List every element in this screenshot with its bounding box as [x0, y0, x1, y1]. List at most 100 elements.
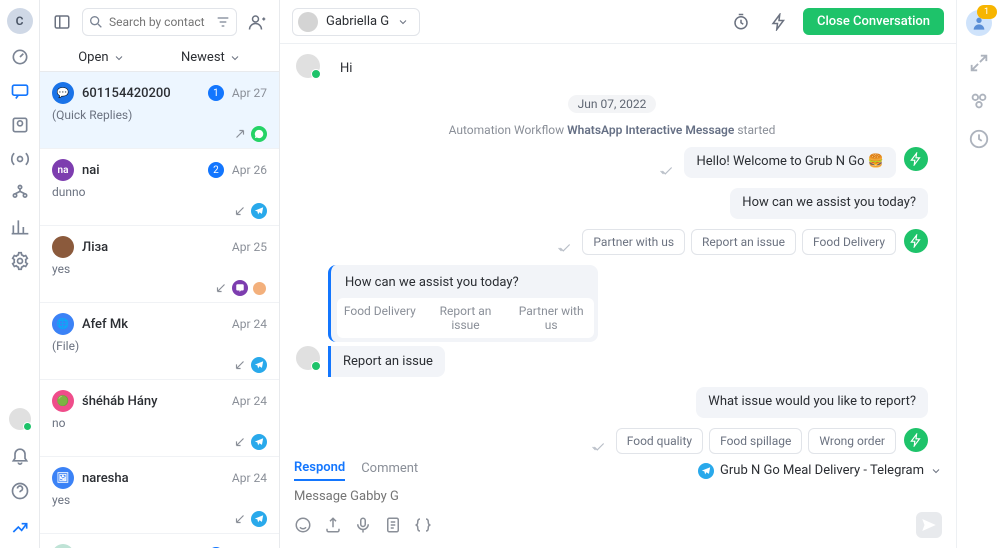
nav-rail: C — [0, 0, 40, 548]
direction-icon — [233, 435, 247, 449]
contact-selector[interactable]: Gabriella G — [292, 8, 420, 36]
chip-option[interactable]: Partner with us — [582, 229, 685, 255]
conversation-avatar: na — [52, 159, 74, 181]
quick-reply-options: Food quality Food spillage Wrong order — [616, 428, 896, 454]
close-conversation-button[interactable]: Close Conversation — [803, 8, 944, 35]
automation-icon[interactable] — [765, 8, 793, 36]
conversation-preview: (Quick Replies) — [52, 108, 267, 122]
profile-avatar[interactable] — [966, 10, 992, 36]
respond-tab[interactable]: Respond — [294, 460, 345, 481]
channels-icon[interactable] — [968, 90, 990, 112]
conversation-item[interactable]: 🟢 śhéháb Hány Apr 24 no — [40, 380, 279, 457]
help-icon[interactable] — [9, 480, 31, 502]
conversation-preview: yes — [52, 493, 267, 507]
quote-option: Partner with us — [508, 298, 594, 338]
telegram-icon — [251, 511, 267, 527]
filter-icon[interactable] — [215, 14, 231, 30]
message-in: Hi — [328, 54, 364, 85]
dashboard-icon[interactable] — [9, 46, 31, 68]
unread-badge: 2 — [208, 162, 224, 178]
conversation-avatar: 🌐 — [52, 313, 74, 335]
quote-option: Report an issue — [423, 298, 509, 338]
telegram-icon — [698, 463, 714, 479]
growth-icon[interactable] — [9, 516, 31, 538]
list-filter-tabs: Open Newest — [40, 44, 279, 72]
brand-initial[interactable]: C — [7, 8, 33, 34]
conversation-name: 601154420200 — [82, 86, 196, 101]
send-button[interactable] — [916, 512, 942, 538]
quote-question: How can we assist you today? — [337, 269, 594, 298]
chip-option[interactable]: Food quality — [616, 428, 703, 454]
messages-pane[interactable]: Hi Jun 07, 2022 Automation Workflow What… — [280, 44, 956, 454]
comment-tab[interactable]: Comment — [361, 461, 418, 480]
conversation-preview: no — [52, 416, 267, 430]
message-out: Hello! Welcome to Grub N Go 🍔 — [684, 147, 896, 178]
microphone-icon[interactable] — [354, 516, 372, 534]
direction-icon — [233, 204, 247, 218]
conversation-date: Apr 25 — [232, 240, 267, 254]
conversation-date: Apr 24 — [232, 471, 267, 485]
add-contact-icon[interactable] — [243, 8, 271, 36]
system-automation-line: Automation Workflow WhatsApp Interactive… — [296, 123, 928, 137]
message-out: What issue would you like to report? — [696, 387, 928, 418]
conversation-item[interactable]: 👤 Md Likhon Khan 3 Apr 24 Group link — [40, 534, 279, 548]
search-input-wrap — [82, 8, 237, 36]
message-out: How can we assist you today? — [730, 188, 928, 219]
right-rail — [956, 0, 1000, 548]
chip-option[interactable]: Report an issue — [691, 229, 796, 255]
snooze-icon[interactable] — [727, 8, 755, 36]
bot-avatar — [904, 428, 928, 452]
direction-icon — [214, 281, 228, 295]
variables-icon[interactable] — [414, 516, 432, 534]
direction-icon — [233, 127, 247, 141]
channel-label: Grub N Go Meal Delivery - Telegram — [720, 463, 924, 478]
conversation-item[interactable]: Ліза Apr 25 yes — [40, 226, 279, 303]
attach-icon[interactable] — [324, 516, 342, 534]
emoji-icon[interactable] — [294, 516, 312, 534]
open-filter[interactable]: Open — [78, 50, 124, 65]
chip-option[interactable]: Wrong order — [808, 428, 896, 454]
messages-icon[interactable] — [9, 80, 31, 102]
message-input[interactable] — [294, 481, 942, 512]
conversation-name: naresha — [82, 471, 224, 486]
telegram-icon — [251, 357, 267, 373]
workflows-icon[interactable] — [9, 182, 31, 204]
newest-filter[interactable]: Newest — [181, 50, 241, 65]
agent-indicator — [252, 281, 267, 296]
conversation-item[interactable]: na nai 2 Apr 26 dunno — [40, 149, 279, 226]
collapse-list-icon[interactable] — [48, 8, 76, 36]
agent-avatar[interactable] — [9, 408, 31, 430]
chip-option[interactable]: Food Delivery — [802, 229, 896, 255]
contacts-icon[interactable] — [9, 114, 31, 136]
conversation-avatar: 💬 — [52, 82, 74, 104]
quick-reply-options: Partner with us Report an issue Food Del… — [582, 229, 896, 255]
telegram-icon — [251, 203, 267, 219]
settings-icon[interactable] — [9, 250, 31, 272]
search-icon — [88, 14, 104, 30]
chat-column: Gabriella G Close Conversation Hi Jun 07… — [280, 0, 956, 548]
conversation-item[interactable]: 💬 601154420200 1 Apr 27 (Quick Replies) — [40, 72, 279, 149]
conversation-item[interactable]: 🖼 naresha Apr 24 yes — [40, 457, 279, 534]
conversation-date: Apr 24 — [232, 317, 267, 331]
contact-name: Gabriella G — [326, 14, 389, 29]
viber-icon — [232, 280, 248, 296]
chevron-down-icon — [229, 52, 241, 64]
conversation-item[interactable]: 🌐 Afef Mk Apr 24 (File) — [40, 303, 279, 380]
search-input[interactable] — [82, 8, 237, 36]
reports-icon[interactable] — [9, 216, 31, 238]
channel-indicator[interactable]: Grub N Go Meal Delivery - Telegram — [698, 463, 942, 479]
delivered-icon — [592, 440, 606, 454]
conversation-avatar: 👤 — [52, 544, 74, 548]
conversation-name: śhéháb Hány — [82, 394, 224, 409]
conversation-name: nai — [82, 163, 196, 178]
broadcast-icon[interactable] — [9, 148, 31, 170]
conversation-date: Apr 26 — [232, 163, 267, 177]
expand-icon[interactable] — [968, 52, 990, 74]
notifications-icon[interactable] — [9, 444, 31, 466]
snippet-icon[interactable] — [384, 516, 402, 534]
chevron-down-icon — [930, 465, 942, 477]
chip-option[interactable]: Food spillage — [709, 428, 802, 454]
activity-icon[interactable] — [968, 128, 990, 150]
interactive-quote: How can we assist you today? Food Delive… — [328, 265, 598, 342]
unread-badge: 1 — [208, 85, 224, 101]
